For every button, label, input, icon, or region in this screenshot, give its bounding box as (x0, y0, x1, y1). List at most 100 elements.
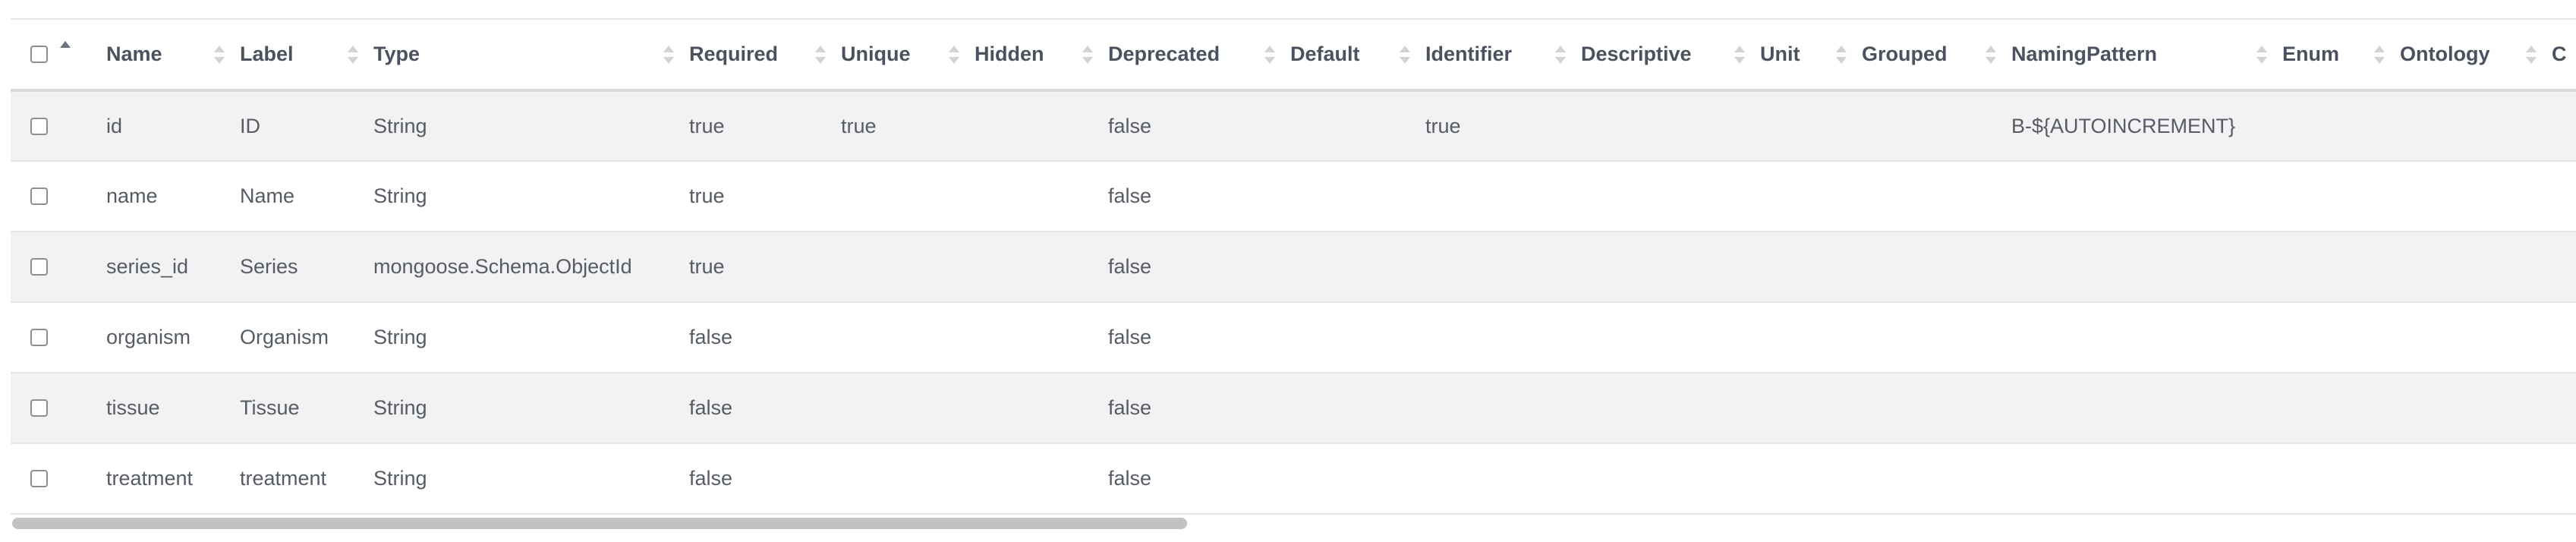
sort-icon[interactable] (60, 40, 71, 60)
header-row: Name Label Type Required Unique Hidden D… (11, 19, 2576, 90)
cell-truncated (2552, 161, 2576, 232)
row-select-cell (11, 443, 106, 514)
sort-icon[interactable] (1400, 45, 1410, 65)
column-header-deprecated[interactable]: Deprecated (1108, 19, 1290, 90)
sort-icon[interactable] (214, 45, 225, 65)
row-select-cell (11, 302, 106, 373)
cell-default (1290, 90, 1425, 161)
cell-grouped (1862, 302, 2011, 373)
cell-truncated (2552, 302, 2576, 373)
sort-icon[interactable] (2374, 45, 2385, 65)
cell-deprecated: false (1108, 467, 1152, 490)
cell-grouped (1862, 232, 2011, 302)
column-header-required[interactable]: Required (689, 19, 841, 90)
cell-name: tissue (106, 396, 160, 419)
cell-naming-pattern (2011, 443, 2282, 514)
cell-truncated (2552, 443, 2576, 514)
cell-label: ID (240, 114, 260, 137)
horizontal-scrollbar[interactable] (11, 513, 2576, 530)
column-header-label: Unit (1760, 43, 1800, 65)
column-header-label: Hidden (975, 43, 1044, 65)
column-header-descriptive[interactable]: Descriptive (1581, 19, 1760, 90)
cell-unit (1760, 302, 1862, 373)
cell-ontology (2400, 161, 2552, 232)
sort-icon[interactable] (348, 45, 358, 65)
sort-icon[interactable] (663, 45, 674, 65)
cell-name: id (106, 114, 123, 137)
column-header-type[interactable]: Type (373, 19, 689, 90)
column-header-default[interactable]: Default (1290, 19, 1425, 90)
row-checkbox[interactable] (30, 258, 48, 276)
table-row[interactable]: series_id Series mongoose.Schema.ObjectId t… (11, 232, 2576, 302)
cell-unit (1760, 232, 1862, 302)
cell-label: treatment (240, 467, 327, 490)
cell-naming-pattern (2011, 232, 2282, 302)
cell-unit (1760, 443, 1862, 514)
column-header-hidden[interactable]: Hidden (975, 19, 1108, 90)
cell-grouped (1862, 161, 2011, 232)
sort-icon[interactable] (815, 45, 826, 65)
cell-unit (1760, 373, 1862, 443)
column-header-truncated[interactable]: C (2552, 19, 2576, 90)
cell-required: true (689, 184, 725, 207)
row-select-cell (11, 161, 106, 232)
table-row[interactable]: organism Organism String false false (11, 302, 2576, 373)
sort-icon[interactable] (1986, 45, 1996, 65)
column-header-label: Deprecated (1108, 43, 1220, 65)
column-header-label: Identifier (1425, 43, 1513, 65)
column-header-label: NamingPattern (2011, 43, 2158, 65)
column-header-label: Enum (2282, 43, 2340, 65)
cell-descriptive (1581, 232, 1760, 302)
cell-hidden (975, 90, 1108, 161)
cell-deprecated: false (1108, 396, 1152, 419)
sort-icon[interactable] (1082, 45, 1093, 65)
column-header-label: Descriptive (1581, 43, 1692, 65)
cell-naming-pattern (2011, 302, 2282, 373)
cell-descriptive (1581, 161, 1760, 232)
cell-descriptive (1581, 373, 1760, 443)
row-select-cell (11, 90, 106, 161)
fields-table: Name Label Type Required Unique Hidden D… (11, 18, 2576, 515)
column-header-identifier[interactable]: Identifier (1425, 19, 1581, 90)
column-header-grouped[interactable]: Grouped (1862, 19, 2011, 90)
row-checkbox[interactable] (30, 187, 48, 205)
cell-enum (2282, 90, 2400, 161)
cell-deprecated: false (1108, 255, 1152, 278)
table-row[interactable]: name Name String true false (11, 161, 2576, 232)
sort-icon[interactable] (1264, 45, 1275, 65)
horizontal-scrollbar-thumb[interactable] (12, 518, 1187, 529)
table-row[interactable]: id ID String true true false true B-${AUTOINCRE… (11, 90, 2576, 161)
row-checkbox[interactable] (30, 117, 48, 135)
cell-name: series_id (106, 255, 189, 278)
column-header-unit[interactable]: Unit (1760, 19, 1862, 90)
sort-icon[interactable] (1734, 45, 1745, 65)
cell-identifier (1425, 161, 1581, 232)
cell-hidden (975, 232, 1108, 302)
cell-label: Series (240, 255, 298, 278)
column-header-enum[interactable]: Enum (2282, 19, 2400, 90)
column-header-ontology[interactable]: Ontology (2400, 19, 2552, 90)
sort-icon[interactable] (1555, 45, 1566, 65)
cell-deprecated: false (1108, 326, 1152, 348)
row-checkbox[interactable] (30, 399, 48, 417)
cell-type: String (373, 467, 427, 490)
sort-icon[interactable] (1836, 45, 1847, 65)
table-row[interactable]: tissue Tissue String false false (11, 373, 2576, 443)
column-header-label-col[interactable]: Label (240, 19, 373, 90)
sort-icon[interactable] (2256, 45, 2267, 65)
column-header-unique[interactable]: Unique (841, 19, 975, 90)
row-checkbox[interactable] (30, 470, 48, 487)
cell-type: String (373, 184, 427, 207)
cell-ontology (2400, 232, 2552, 302)
column-header-name[interactable]: Name (106, 19, 240, 90)
fields-table-container: Name Label Type Required Unique Hidden D… (11, 18, 2576, 515)
sort-icon[interactable] (2526, 45, 2537, 65)
column-header-label: Default (1290, 43, 1360, 65)
column-header-label: Label (240, 43, 294, 65)
select-all-checkbox[interactable] (30, 46, 48, 63)
table-row[interactable]: treatment treatment String false false (11, 443, 2576, 514)
sort-icon[interactable] (949, 45, 959, 65)
cell-enum (2282, 373, 2400, 443)
column-header-naming-pattern[interactable]: NamingPattern (2011, 19, 2282, 90)
row-checkbox[interactable] (30, 329, 48, 346)
